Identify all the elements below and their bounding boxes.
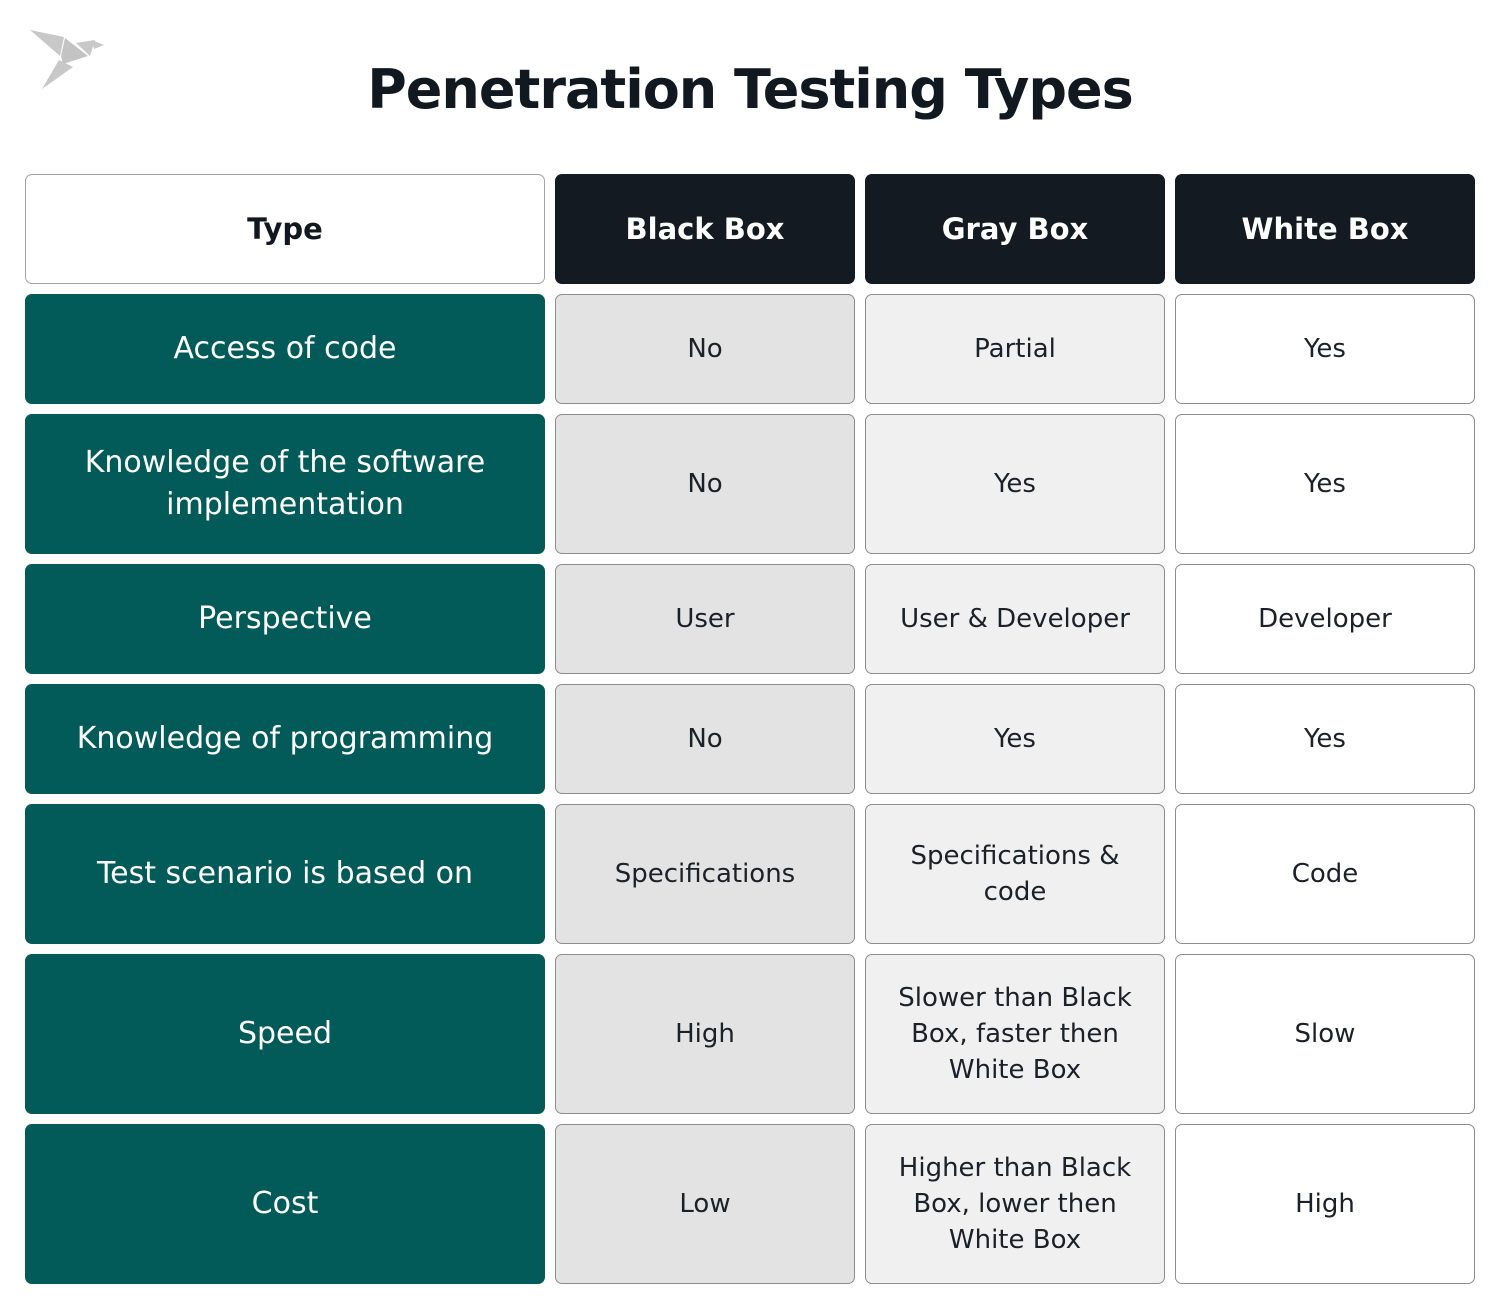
white-box-cell: High bbox=[1175, 1124, 1475, 1284]
white-box-cell: Yes bbox=[1175, 414, 1475, 554]
black-box-cell: User bbox=[555, 564, 855, 674]
white-box-cell: Yes bbox=[1175, 684, 1475, 794]
black-box-cell: No bbox=[555, 294, 855, 404]
black-box-cell: No bbox=[555, 414, 855, 554]
row-label: Speed bbox=[25, 954, 545, 1114]
gray-box-cell: Yes bbox=[865, 684, 1165, 794]
header-gray-box: Gray Box bbox=[865, 174, 1165, 284]
row-label: Knowledge of the software implementation bbox=[25, 414, 545, 554]
black-box-cell: High bbox=[555, 954, 855, 1114]
white-box-cell: Code bbox=[1175, 804, 1475, 944]
header-white-box: White Box bbox=[1175, 174, 1475, 284]
white-box-cell: Yes bbox=[1175, 294, 1475, 404]
gray-box-cell: Specifications & code bbox=[865, 804, 1165, 944]
row-label: Test scenario is based on bbox=[25, 804, 545, 944]
gray-box-cell: Slower than Black Box, faster then White… bbox=[865, 954, 1165, 1114]
gray-box-cell: User & Developer bbox=[865, 564, 1165, 674]
black-box-cell: No bbox=[555, 684, 855, 794]
page-title: Penetration Testing Types bbox=[367, 58, 1134, 121]
header-black-box: Black Box bbox=[555, 174, 855, 284]
row-label: Cost bbox=[25, 1124, 545, 1284]
gray-box-cell: Yes bbox=[865, 414, 1165, 554]
black-box-cell: Low bbox=[555, 1124, 855, 1284]
header-type: Type bbox=[25, 174, 545, 284]
white-box-cell: Slow bbox=[1175, 954, 1475, 1114]
row-label: Knowledge of programming bbox=[25, 684, 545, 794]
black-box-cell: Specifications bbox=[555, 804, 855, 944]
row-label: Perspective bbox=[25, 564, 545, 674]
row-label: Access of code bbox=[25, 294, 545, 404]
gray-box-cell: Higher than Black Box, lower then White … bbox=[865, 1124, 1165, 1284]
white-box-cell: Developer bbox=[1175, 564, 1475, 674]
gray-box-cell: Partial bbox=[865, 294, 1165, 404]
